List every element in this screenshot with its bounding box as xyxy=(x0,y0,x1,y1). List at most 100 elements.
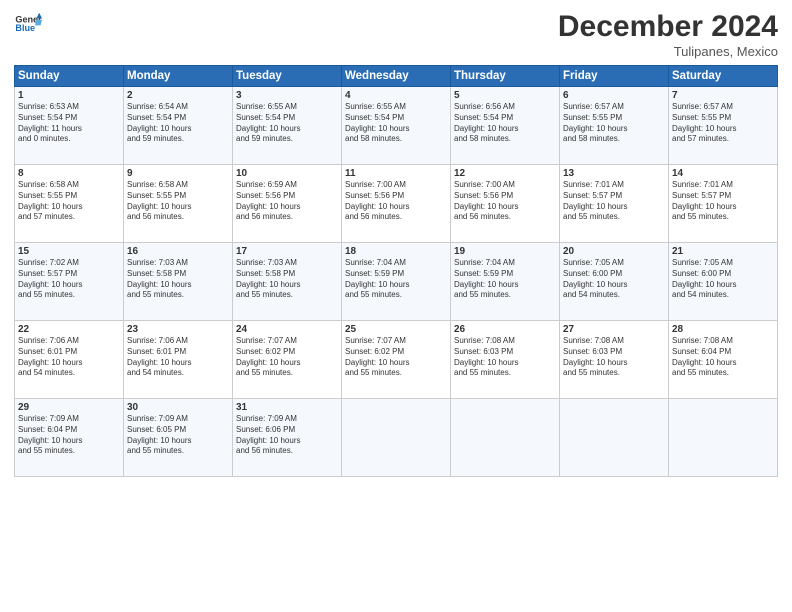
day-info: Sunrise: 7:09 AM Sunset: 6:04 PM Dayligh… xyxy=(18,414,120,457)
day-number: 19 xyxy=(454,246,556,257)
day-info: Sunrise: 7:00 AM Sunset: 5:56 PM Dayligh… xyxy=(454,180,556,223)
calendar-cell: 6Sunrise: 6:57 AM Sunset: 5:55 PM Daylig… xyxy=(560,87,669,165)
day-number: 3 xyxy=(236,90,338,101)
day-info: Sunrise: 7:01 AM Sunset: 5:57 PM Dayligh… xyxy=(563,180,665,223)
day-info: Sunrise: 6:55 AM Sunset: 5:54 PM Dayligh… xyxy=(236,102,338,145)
calendar-cell: 7Sunrise: 6:57 AM Sunset: 5:55 PM Daylig… xyxy=(669,87,778,165)
header-cell-saturday: Saturday xyxy=(669,66,778,87)
day-number: 24 xyxy=(236,324,338,335)
calendar-cell: 17Sunrise: 7:03 AM Sunset: 5:58 PM Dayli… xyxy=(233,243,342,321)
calendar-cell: 31Sunrise: 7:09 AM Sunset: 6:06 PM Dayli… xyxy=(233,399,342,477)
svg-text:Blue: Blue xyxy=(15,23,35,33)
day-info: Sunrise: 7:08 AM Sunset: 6:04 PM Dayligh… xyxy=(672,336,774,379)
header-cell-sunday: Sunday xyxy=(15,66,124,87)
day-number: 10 xyxy=(236,168,338,179)
header-cell-thursday: Thursday xyxy=(451,66,560,87)
day-info: Sunrise: 6:53 AM Sunset: 5:54 PM Dayligh… xyxy=(18,102,120,145)
calendar-cell: 8Sunrise: 6:58 AM Sunset: 5:55 PM Daylig… xyxy=(15,165,124,243)
day-number: 7 xyxy=(672,90,774,101)
calendar-cell: 22Sunrise: 7:06 AM Sunset: 6:01 PM Dayli… xyxy=(15,321,124,399)
day-number: 18 xyxy=(345,246,447,257)
calendar-cell: 14Sunrise: 7:01 AM Sunset: 5:57 PM Dayli… xyxy=(669,165,778,243)
logo-icon: General Blue xyxy=(14,10,42,38)
day-number: 17 xyxy=(236,246,338,257)
day-info: Sunrise: 7:08 AM Sunset: 6:03 PM Dayligh… xyxy=(454,336,556,379)
day-number: 16 xyxy=(127,246,229,257)
day-info: Sunrise: 6:54 AM Sunset: 5:54 PM Dayligh… xyxy=(127,102,229,145)
day-info: Sunrise: 6:57 AM Sunset: 5:55 PM Dayligh… xyxy=(563,102,665,145)
calendar-cell: 11Sunrise: 7:00 AM Sunset: 5:56 PM Dayli… xyxy=(342,165,451,243)
day-info: Sunrise: 7:05 AM Sunset: 6:00 PM Dayligh… xyxy=(563,258,665,301)
calendar-cell: 13Sunrise: 7:01 AM Sunset: 5:57 PM Dayli… xyxy=(560,165,669,243)
day-number: 28 xyxy=(672,324,774,335)
day-number: 27 xyxy=(563,324,665,335)
calendar-cell: 16Sunrise: 7:03 AM Sunset: 5:58 PM Dayli… xyxy=(124,243,233,321)
title-block: December 2024 Tulipanes, Mexico xyxy=(558,10,778,59)
calendar-cell: 18Sunrise: 7:04 AM Sunset: 5:59 PM Dayli… xyxy=(342,243,451,321)
day-info: Sunrise: 7:09 AM Sunset: 6:05 PM Dayligh… xyxy=(127,414,229,457)
day-number: 31 xyxy=(236,402,338,413)
calendar-cell: 24Sunrise: 7:07 AM Sunset: 6:02 PM Dayli… xyxy=(233,321,342,399)
header-cell-monday: Monday xyxy=(124,66,233,87)
calendar-cell: 25Sunrise: 7:07 AM Sunset: 6:02 PM Dayli… xyxy=(342,321,451,399)
day-number: 29 xyxy=(18,402,120,413)
calendar-cell: 9Sunrise: 6:58 AM Sunset: 5:55 PM Daylig… xyxy=(124,165,233,243)
calendar-week-1: 1Sunrise: 6:53 AM Sunset: 5:54 PM Daylig… xyxy=(15,87,778,165)
calendar-cell: 2Sunrise: 6:54 AM Sunset: 5:54 PM Daylig… xyxy=(124,87,233,165)
day-number: 12 xyxy=(454,168,556,179)
day-number: 21 xyxy=(672,246,774,257)
day-number: 20 xyxy=(563,246,665,257)
day-number: 13 xyxy=(563,168,665,179)
header-cell-tuesday: Tuesday xyxy=(233,66,342,87)
day-number: 4 xyxy=(345,90,447,101)
calendar-cell: 21Sunrise: 7:05 AM Sunset: 6:00 PM Dayli… xyxy=(669,243,778,321)
day-number: 30 xyxy=(127,402,229,413)
day-info: Sunrise: 6:57 AM Sunset: 5:55 PM Dayligh… xyxy=(672,102,774,145)
calendar-cell: 26Sunrise: 7:08 AM Sunset: 6:03 PM Dayli… xyxy=(451,321,560,399)
day-info: Sunrise: 6:58 AM Sunset: 5:55 PM Dayligh… xyxy=(18,180,120,223)
calendar-cell: 29Sunrise: 7:09 AM Sunset: 6:04 PM Dayli… xyxy=(15,399,124,477)
day-info: Sunrise: 6:55 AM Sunset: 5:54 PM Dayligh… xyxy=(345,102,447,145)
calendar-table: SundayMondayTuesdayWednesdayThursdayFrid… xyxy=(14,65,778,477)
calendar-cell: 3Sunrise: 6:55 AM Sunset: 5:54 PM Daylig… xyxy=(233,87,342,165)
calendar-week-5: 29Sunrise: 7:09 AM Sunset: 6:04 PM Dayli… xyxy=(15,399,778,477)
month-title: December 2024 xyxy=(558,10,778,44)
calendar-cell: 1Sunrise: 6:53 AM Sunset: 5:54 PM Daylig… xyxy=(15,87,124,165)
day-number: 26 xyxy=(454,324,556,335)
calendar-cell: 30Sunrise: 7:09 AM Sunset: 6:05 PM Dayli… xyxy=(124,399,233,477)
day-number: 5 xyxy=(454,90,556,101)
calendar-cell: 15Sunrise: 7:02 AM Sunset: 5:57 PM Dayli… xyxy=(15,243,124,321)
day-info: Sunrise: 7:04 AM Sunset: 5:59 PM Dayligh… xyxy=(345,258,447,301)
calendar-cell: 5Sunrise: 6:56 AM Sunset: 5:54 PM Daylig… xyxy=(451,87,560,165)
calendar-cell: 4Sunrise: 6:55 AM Sunset: 5:54 PM Daylig… xyxy=(342,87,451,165)
day-info: Sunrise: 6:59 AM Sunset: 5:56 PM Dayligh… xyxy=(236,180,338,223)
day-info: Sunrise: 7:03 AM Sunset: 5:58 PM Dayligh… xyxy=(127,258,229,301)
day-number: 8 xyxy=(18,168,120,179)
calendar-cell: 28Sunrise: 7:08 AM Sunset: 6:04 PM Dayli… xyxy=(669,321,778,399)
day-info: Sunrise: 7:07 AM Sunset: 6:02 PM Dayligh… xyxy=(236,336,338,379)
calendar-week-4: 22Sunrise: 7:06 AM Sunset: 6:01 PM Dayli… xyxy=(15,321,778,399)
day-number: 11 xyxy=(345,168,447,179)
day-number: 1 xyxy=(18,90,120,101)
day-info: Sunrise: 7:02 AM Sunset: 5:57 PM Dayligh… xyxy=(18,258,120,301)
calendar-week-2: 8Sunrise: 6:58 AM Sunset: 5:55 PM Daylig… xyxy=(15,165,778,243)
calendar-body: 1Sunrise: 6:53 AM Sunset: 5:54 PM Daylig… xyxy=(15,87,778,477)
calendar-week-3: 15Sunrise: 7:02 AM Sunset: 5:57 PM Dayli… xyxy=(15,243,778,321)
day-number: 6 xyxy=(563,90,665,101)
day-info: Sunrise: 7:06 AM Sunset: 6:01 PM Dayligh… xyxy=(127,336,229,379)
calendar-cell: 12Sunrise: 7:00 AM Sunset: 5:56 PM Dayli… xyxy=(451,165,560,243)
calendar-cell xyxy=(669,399,778,477)
calendar-cell: 19Sunrise: 7:04 AM Sunset: 5:59 PM Dayli… xyxy=(451,243,560,321)
subtitle: Tulipanes, Mexico xyxy=(558,44,778,59)
calendar-cell: 10Sunrise: 6:59 AM Sunset: 5:56 PM Dayli… xyxy=(233,165,342,243)
logo: General Blue xyxy=(14,10,42,38)
day-number: 9 xyxy=(127,168,229,179)
calendar-cell: 23Sunrise: 7:06 AM Sunset: 6:01 PM Dayli… xyxy=(124,321,233,399)
day-info: Sunrise: 7:04 AM Sunset: 5:59 PM Dayligh… xyxy=(454,258,556,301)
day-info: Sunrise: 7:00 AM Sunset: 5:56 PM Dayligh… xyxy=(345,180,447,223)
day-number: 25 xyxy=(345,324,447,335)
day-info: Sunrise: 6:56 AM Sunset: 5:54 PM Dayligh… xyxy=(454,102,556,145)
page-container: General Blue December 2024 Tulipanes, Me… xyxy=(0,0,792,487)
calendar-header-row: SundayMondayTuesdayWednesdayThursdayFrid… xyxy=(15,66,778,87)
day-info: Sunrise: 7:05 AM Sunset: 6:00 PM Dayligh… xyxy=(672,258,774,301)
